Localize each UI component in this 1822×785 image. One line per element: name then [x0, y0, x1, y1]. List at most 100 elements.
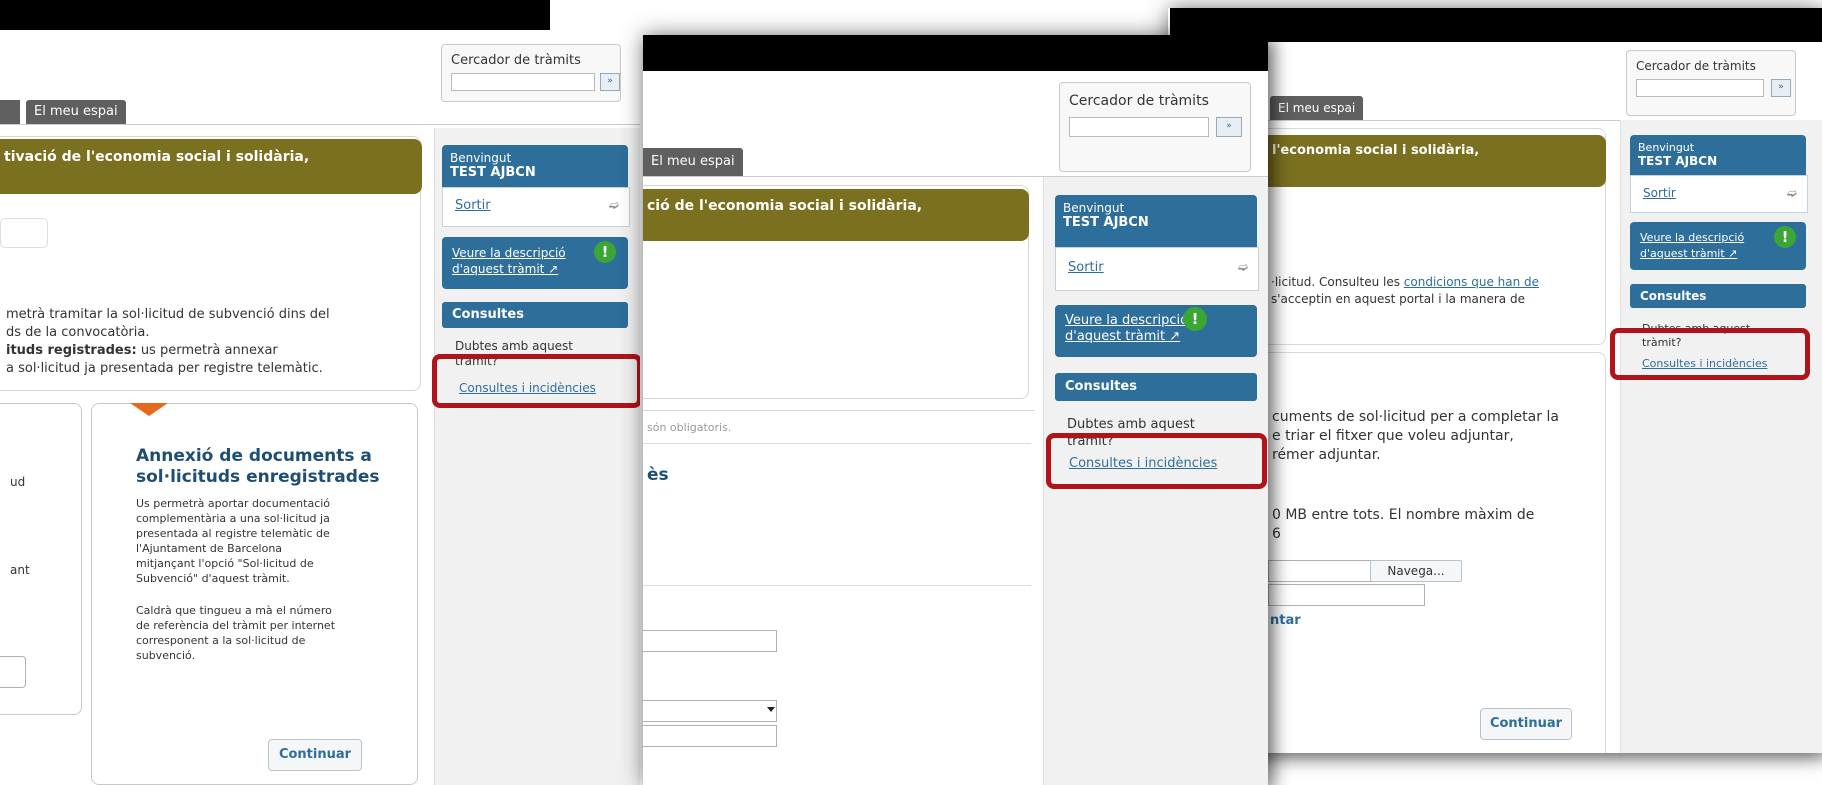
consultes-title: Consultes — [1630, 284, 1806, 308]
user-name: TEST AJBCN — [1638, 154, 1718, 168]
browse-button[interactable]: Navega... — [1370, 560, 1462, 582]
search-box: Cercador de tràmits » — [1059, 82, 1251, 172]
annex-text-line: Subvenció" d'aquest tràmit. — [136, 572, 290, 585]
search-input[interactable] — [1636, 79, 1764, 97]
banner-title: tivació de l'economia social i solidària… — [0, 139, 422, 194]
tab-el-meu-espai[interactable]: El meu espai — [26, 100, 126, 124]
search-label: Cercador de tràmits — [451, 53, 581, 68]
welcome-box: Benvingut TEST AJBCN — [442, 145, 628, 187]
top-bar — [643, 35, 1268, 71]
upload-line: rémer adjuntar. — [1272, 447, 1381, 463]
banner-title: l'economia social i solidària, — [1268, 135, 1606, 187]
top-bar — [0, 0, 550, 30]
description-line: Veure la descripció — [1065, 313, 1189, 328]
left-card-button[interactable] — [0, 656, 26, 688]
logout-link[interactable]: Sortir — [1643, 186, 1676, 200]
consultes-title: Consultes — [1055, 373, 1257, 401]
search-button[interactable]: » — [1771, 79, 1791, 97]
search-button[interactable]: » — [600, 73, 620, 91]
highlight-box — [1046, 433, 1267, 489]
description-line: d'aquest tràmit ↗ — [1065, 329, 1181, 344]
attach-button[interactable]: ntar — [1270, 612, 1301, 629]
annex-note-line: corresponent a la sol·licitud de — [136, 634, 306, 647]
annex-title-line: sol·licituds enregistrades — [136, 467, 380, 487]
annex-text-line: Us permetrà aportar documentació — [136, 497, 331, 510]
welcome-box: Benvingut TEST AJBCN — [1630, 135, 1806, 175]
logout-icon: ➫ — [1237, 260, 1248, 274]
doubts-line: Dubtes amb aquest — [455, 339, 574, 353]
search-box: Cercador de tràmits » — [441, 44, 621, 102]
upload-line: cuments de sol·licitud per a completar l… — [1272, 409, 1559, 425]
search-label: Cercador de tràmits — [1069, 93, 1209, 109]
tab-el-meu-espai[interactable]: El meu espai — [643, 148, 743, 176]
search-input[interactable] — [451, 73, 595, 91]
continue-button[interactable]: Continuar — [1480, 708, 1572, 740]
left-card-fragment: ant — [10, 563, 30, 577]
screenshot-panel-center: Cercador de tràmits » El meu espai ció d… — [643, 35, 1268, 785]
alert-icon: ! — [1183, 307, 1207, 331]
body-rest: us permetrà annexar — [136, 343, 278, 358]
description-line: d'aquest tràmit ↗ — [452, 262, 559, 276]
section-title: ès — [647, 465, 669, 485]
welcome-label: Benvingut — [450, 151, 512, 165]
file-input[interactable] — [1268, 560, 1372, 582]
upload-line: e triar el fitxer que voleu adjuntar, — [1272, 428, 1514, 444]
description-input[interactable] — [1268, 584, 1425, 606]
chevron-down-icon — [767, 707, 775, 712]
body-line: ds de la convocatòria. — [6, 325, 150, 340]
body-bold: ituds registrades: — [6, 343, 137, 358]
logout-icon: ➫ — [608, 198, 619, 212]
limit-line: 6 — [1272, 526, 1281, 542]
orange-marker-icon — [130, 403, 168, 416]
search-label: Cercador de tràmits — [1636, 59, 1756, 73]
banner-title: ció de l'economia social i solidària, — [643, 189, 1029, 241]
left-card-fragment: ud — [10, 475, 26, 489]
logout-icon: ➫ — [1786, 186, 1797, 200]
conditions-line: ·licitud. Consulteu les condicions que h… — [1271, 274, 1539, 291]
body-line: ituds registrades: us permetrà annexar — [6, 342, 278, 359]
body-line: a sol·licitud ja presentada per registre… — [6, 361, 323, 376]
tab-prev[interactable] — [0, 100, 20, 124]
partial-field — [0, 218, 48, 248]
description-line: Veure la descripció — [1640, 231, 1745, 244]
search-input[interactable] — [1069, 117, 1209, 137]
text-input[interactable] — [643, 725, 777, 747]
alert-icon: ! — [1774, 226, 1796, 248]
annex-card-note: Caldrà que tingueu a mà el número de ref… — [136, 603, 335, 663]
conditions-text: ·licitud. Consulteu les — [1271, 275, 1404, 289]
annex-text-line: presentada al registre telemàtic de — [136, 527, 330, 540]
logout-link[interactable]: Sortir — [1068, 260, 1104, 275]
annex-text-line: complementària a una sol·licitud ja — [136, 512, 330, 525]
highlight-box — [432, 354, 640, 408]
doubts-line: Dubtes amb aquest — [1067, 417, 1195, 432]
form-divider — [643, 585, 1031, 586]
search-button[interactable]: » — [1216, 117, 1242, 137]
logout-box: Sortir ➫ — [442, 187, 630, 227]
logout-box: Sortir ➫ — [1630, 175, 1808, 213]
welcome-label: Benvingut — [1063, 201, 1125, 215]
logout-box: Sortir ➫ — [1055, 247, 1259, 291]
annex-note-line: de referència del tràmit per internet — [136, 619, 336, 632]
user-name: TEST AJBCN — [1063, 215, 1149, 230]
annex-note-line: subvenció. — [136, 649, 196, 662]
select-dropdown[interactable] — [643, 700, 777, 722]
tab-divider — [0, 124, 640, 125]
description-link[interactable]: Veure la descripció d'aquest tràmit ↗ — [1055, 305, 1257, 357]
annex-text-line: l'Ajuntament de Barcelona — [136, 542, 283, 555]
text-input[interactable] — [643, 630, 777, 652]
search-box: Cercador de tràmits » — [1626, 50, 1796, 116]
conditions-line: s'acceptin en aquest portal i la manera … — [1271, 292, 1525, 306]
screenshot-panel-left: Cercador de tràmits » El meu espai tivac… — [0, 0, 640, 785]
description-line: d'aquest tràmit ↗ — [1640, 247, 1738, 260]
limit-line: 0 MB entre tots. El nombre màxim de — [1272, 507, 1535, 523]
sidebar — [1620, 120, 1822, 753]
alert-icon: ! — [594, 241, 616, 263]
annex-note-line: Caldrà que tingueu a mà el número — [136, 604, 332, 617]
annex-card-title: Annexió de documents a sol·licituds enre… — [136, 446, 380, 488]
logout-link[interactable]: Sortir — [455, 198, 491, 213]
annex-title-line: Annexió de documents a — [136, 446, 372, 466]
annex-card-text: Us permetrà aportar documentació complem… — [136, 496, 330, 586]
conditions-link[interactable]: condicions que han de — [1404, 275, 1539, 289]
continue-button[interactable]: Continuar — [268, 739, 362, 771]
tab-el-meu-espai[interactable]: El meu espai — [1270, 96, 1364, 120]
